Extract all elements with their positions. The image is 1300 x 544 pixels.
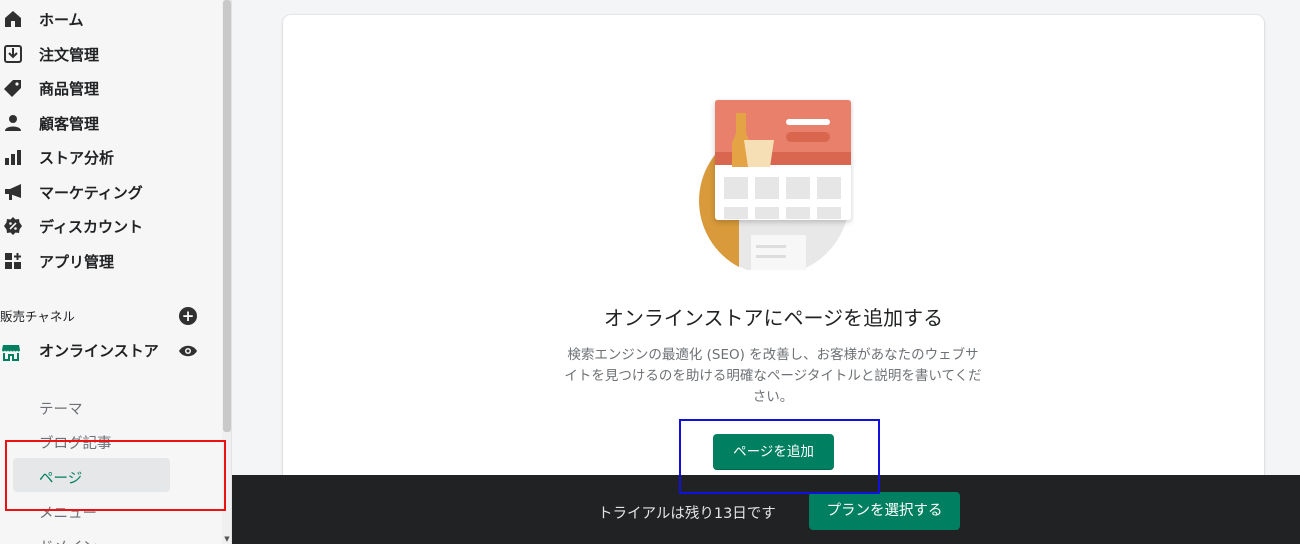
empty-state-title: オンラインストアにページを追加する	[603, 306, 944, 330]
orders-icon	[2, 43, 24, 65]
nav-label-orders: 注文管理	[39, 45, 100, 64]
nav-item-home[interactable]: ホーム	[0, 4, 220, 34]
add-sales-channel-icon[interactable]: +	[179, 307, 197, 325]
apps-icon	[2, 250, 24, 272]
nav-item-analytics[interactable]: ストア分析	[0, 142, 220, 172]
nav-item-products[interactable]: 商品管理	[0, 73, 220, 103]
nav-label-marketing: マーケティング	[39, 183, 143, 202]
analytics-icon	[2, 146, 24, 168]
sub-item-domains[interactable]: ドメイン	[39, 536, 97, 544]
sales-channels-heading: 販売チャネル	[0, 309, 75, 324]
sub-item-themes[interactable]: テーマ	[39, 398, 83, 419]
nav-label-discounts: ディスカウント	[39, 217, 143, 236]
empty-state-card: オンラインストアにページを追加する 検索エンジンの最適化 (SEO) を改善し、…	[283, 15, 1264, 485]
sidebar-scrollbar-thumb[interactable]	[223, 0, 231, 432]
annotation-blue-box	[679, 419, 880, 494]
nav-item-marketing[interactable]: マーケティング	[0, 177, 220, 207]
tag-icon	[2, 77, 24, 99]
empty-state-description: 検索エンジンの最適化 (SEO) を改善し、お客様があなたのウェブサイトを見つけ…	[564, 347, 982, 405]
store-icon	[2, 343, 20, 365]
customer-icon	[2, 112, 24, 134]
nav-label-analytics: ストア分析	[39, 148, 115, 167]
nav-label-apps: アプリ管理	[39, 252, 115, 271]
trial-remaining-text: トライアルは残り13日です	[598, 506, 776, 522]
nav-item-discounts[interactable]: ディスカウント	[0, 211, 220, 241]
nav-item-orders[interactable]: 注文管理	[0, 39, 220, 69]
online-store-label: オンラインストア	[39, 342, 159, 360]
home-icon	[2, 8, 24, 30]
annotation-red-box	[5, 440, 226, 511]
scroll-down-icon[interactable]: ▼	[222, 534, 231, 544]
select-plan-button[interactable]: プランを選択する	[809, 492, 960, 530]
eye-icon[interactable]	[178, 343, 198, 362]
nav-item-customers[interactable]: 顧客管理	[0, 108, 220, 138]
nav-label-products: 商品管理	[39, 79, 100, 98]
megaphone-icon	[2, 181, 24, 203]
nav-label-customers: 顧客管理	[39, 114, 100, 133]
nav-item-apps[interactable]: アプリ管理	[0, 246, 220, 276]
discount-icon	[2, 215, 24, 237]
pages-illustration	[698, 100, 851, 270]
nav-label-home: ホーム	[39, 10, 84, 29]
